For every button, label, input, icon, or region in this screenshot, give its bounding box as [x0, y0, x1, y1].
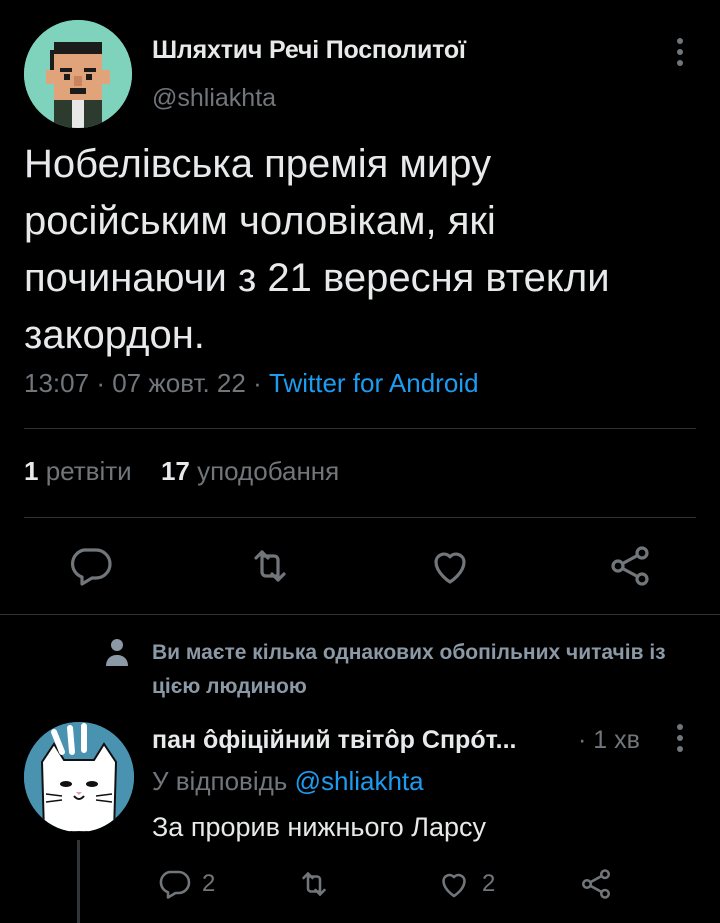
share-icon — [581, 869, 611, 899]
retweets-label[interactable]: ретвіти — [46, 456, 132, 486]
reply-to: У відповідь @shliakhta — [152, 766, 424, 797]
retweet-icon — [302, 872, 326, 896]
tweet-meta: 13:07 · 07 жовт. 22 · Twitter for Androi… — [24, 368, 479, 399]
author-handle[interactable]: @shliakhta — [152, 84, 276, 113]
share-button[interactable] — [606, 542, 654, 590]
cat-cartoon-avatar-icon — [24, 722, 134, 832]
reply-count: 2 — [202, 870, 216, 897]
reply-text: За прорив нижнього Ларсу — [152, 812, 486, 842]
meta-separator: · — [96, 368, 105, 398]
reply-icon — [71, 548, 112, 586]
tweet-text-line: російським чоловікам, які — [24, 199, 496, 243]
likes-count[interactable]: 17 — [161, 456, 190, 486]
tweet-source-link[interactable]: Twitter for Android — [269, 368, 479, 398]
like-button[interactable] — [426, 542, 474, 590]
reply-icon — [159, 870, 191, 899]
reply-reply-button[interactable]: 2 — [156, 864, 215, 904]
retweets-count[interactable]: 1 — [24, 456, 38, 486]
like-icon — [434, 552, 466, 584]
mutual-followers-notice: Ви маєте кілька однакових обопільних чит… — [152, 641, 666, 698]
reply-retweet-button[interactable] — [296, 864, 332, 904]
more-vertical-icon[interactable] — [668, 722, 692, 754]
tweet-stats: 1 ретвіти 17 уподобання — [24, 456, 339, 487]
meta-separator: · — [253, 368, 262, 398]
share-icon — [611, 546, 649, 586]
thread-line — [77, 840, 80, 923]
reply-author-name[interactable]: пан ôфіційний твітôр Спрóт... — [152, 726, 516, 755]
author-avatar[interactable] — [24, 20, 132, 128]
more-vertical-icon[interactable] — [668, 36, 692, 68]
person-icon — [104, 636, 130, 668]
reply-share-button[interactable] — [578, 864, 614, 904]
tweet-text-line: закордон. — [24, 313, 205, 357]
tweet-time: 13:07 — [24, 368, 90, 398]
divider — [24, 428, 696, 429]
reply-to-label: У відповідь — [152, 766, 288, 796]
reply-to-handle[interactable]: @shliakhta — [295, 766, 424, 796]
reply-button[interactable] — [66, 542, 114, 590]
tweet-text: Нобелівська премія миру російським чолов… — [24, 136, 704, 364]
tweet-text-line: Нобелівська премія миру — [24, 142, 492, 186]
pixel-art-man-avatar-icon — [24, 20, 132, 128]
divider — [24, 517, 696, 518]
author-name[interactable]: Шляхтич Речі Посполитої — [152, 36, 466, 65]
reply-author-avatar[interactable] — [24, 722, 134, 832]
tweet-date: 07 жовт. 22 — [112, 368, 246, 398]
like-count: 2 — [482, 870, 496, 897]
retweet-button[interactable] — [246, 542, 294, 590]
like-icon — [442, 873, 466, 898]
likes-label[interactable]: уподобання — [197, 456, 339, 486]
reply-time: · 1 хв — [578, 726, 640, 754]
retweet-icon — [254, 550, 286, 582]
reply-like-button[interactable]: 2 — [436, 864, 495, 904]
section-divider — [0, 614, 720, 615]
tweet-text-line: починаючи з 21 вересня втекли — [24, 256, 610, 300]
